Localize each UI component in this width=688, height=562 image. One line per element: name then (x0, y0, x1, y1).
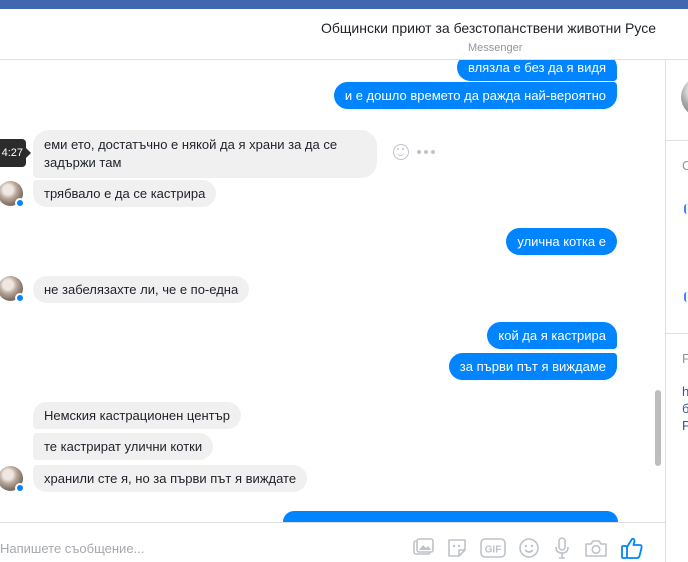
message-composer: Напишете съобщение... GIF (0, 522, 665, 562)
messenger-badge-icon (15, 198, 25, 208)
conversation-title[interactable]: Общински приют за безстопанствени животн… (321, 20, 656, 36)
photo-icon[interactable] (412, 538, 434, 558)
option-icon[interactable] (684, 292, 688, 302)
message-incoming[interactable]: трябвало е да се кастрира (33, 180, 217, 207)
panel-divider (666, 140, 688, 141)
messenger-badge-icon (15, 483, 25, 493)
message-thread[interactable]: влязла е без да я видя и е дошло времето… (0, 60, 665, 522)
panel-link-line[interactable]: Р (682, 417, 688, 434)
message-outgoing[interactable]: и е дошло времето да ражда най-вероятно (333, 82, 617, 109)
message-outgoing[interactable]: улична котка е (506, 228, 617, 255)
conversation-info-panel: С F h б Р (665, 60, 688, 562)
panel-link-line[interactable]: б (682, 400, 688, 417)
messenger-badge-icon (15, 293, 25, 303)
more-icon[interactable] (417, 150, 435, 154)
panel-section-heading: F (682, 351, 688, 366)
camera-icon[interactable] (584, 538, 608, 558)
svg-text:GIF: GIF (485, 545, 502, 556)
sender-avatar (0, 466, 25, 493)
gif-icon[interactable]: GIF (480, 538, 506, 558)
sender-avatar (0, 181, 25, 208)
like-icon[interactable] (620, 536, 644, 560)
message-incoming[interactable]: еми ето, достатъчно е някой да я храни з… (33, 130, 377, 178)
conversation-header: Общински приют за безстопанствени животн… (0, 9, 688, 60)
smile-icon[interactable] (393, 144, 409, 160)
message-outgoing[interactable]: кой да я кастрира (487, 322, 617, 349)
contact-avatar[interactable] (681, 77, 688, 117)
message-incoming[interactable]: хранили сте я, но за първи път я виждате (33, 465, 308, 492)
message-incoming[interactable]: те кастрират улични котки (33, 433, 214, 460)
sticker-icon[interactable] (446, 537, 468, 559)
message-incoming[interactable]: не забелязахте ли, че е по-една (33, 276, 250, 303)
panel-link-line[interactable]: h (682, 383, 688, 400)
sender-avatar (0, 276, 25, 303)
message-actions (393, 144, 435, 160)
message-input[interactable]: Напишете съобщение... (0, 541, 144, 556)
composer-toolbar: GIF (412, 536, 644, 560)
message-outgoing-partial[interactable] (283, 511, 618, 522)
message-outgoing[interactable]: за първи път я виждаме (448, 353, 617, 380)
thread-scrollbar[interactable] (655, 390, 661, 466)
microphone-icon[interactable] (552, 536, 572, 560)
panel-divider (666, 333, 688, 334)
emoji-icon[interactable] (518, 537, 540, 559)
top-nav-bar (0, 0, 688, 9)
conversation-subtitle: Messenger (468, 42, 523, 54)
message-outgoing[interactable]: влязла е без да я видя (456, 60, 617, 81)
message-incoming[interactable]: Немския кастрационен център (33, 402, 241, 429)
timestamp-tooltip: 4:27 (0, 139, 31, 167)
option-icon[interactable] (684, 204, 688, 214)
panel-section-heading: С (682, 158, 688, 173)
